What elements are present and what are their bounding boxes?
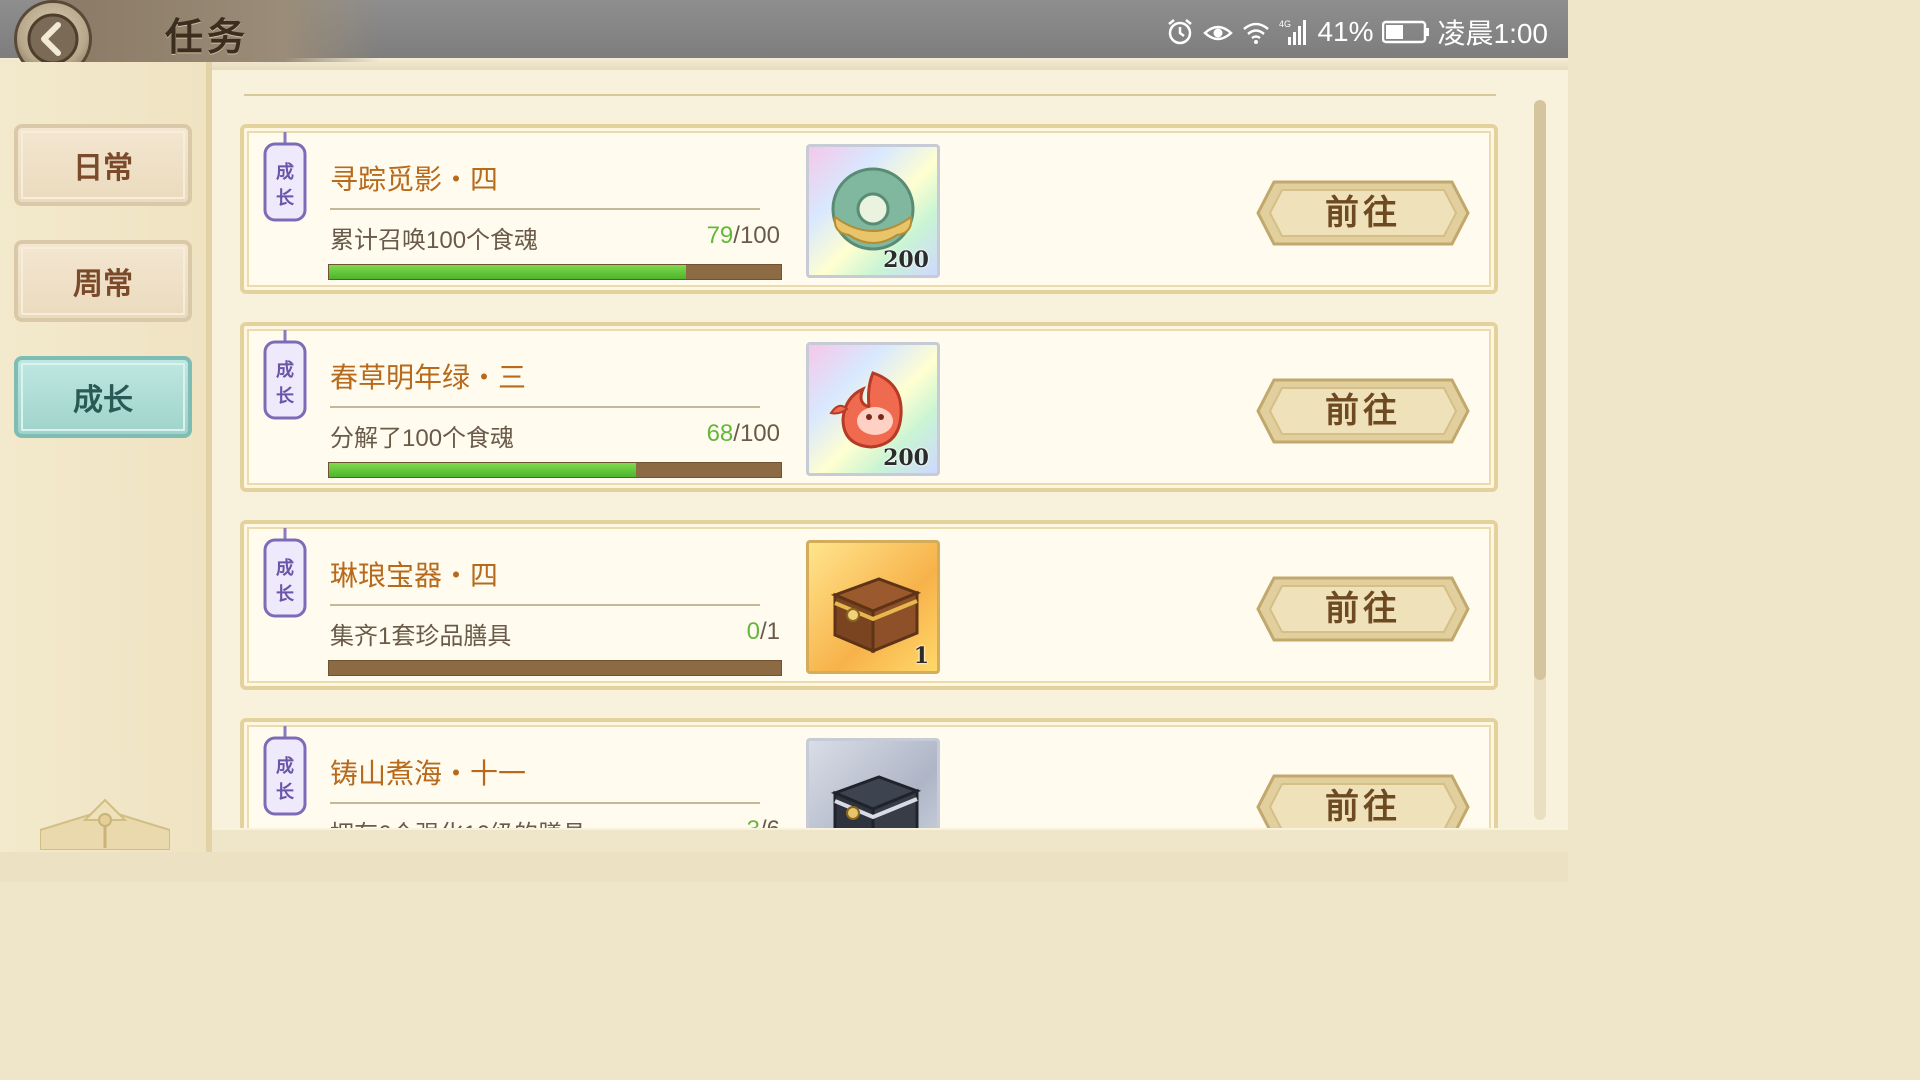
task-progress-bar — [328, 264, 782, 280]
task-name: 春草明年绿・三 — [330, 362, 527, 393]
battery-icon — [1381, 20, 1429, 44]
task-card: 成 长 琳琅宝器・四 集齐1套珍品膳具 0/1 1 前往 — [240, 520, 1498, 690]
task-card: 成 长 铸山煮海・十一 拥有6个强化10级的膳具 3/6 — [240, 718, 1498, 828]
task-card: 成 长 春草明年绿・三 分解了100个食魂 68/100 200 前往 — [240, 322, 1498, 492]
task-name: 琳琅宝器・四 — [330, 560, 499, 591]
tab-growth[interactable]: 成长 — [14, 356, 192, 438]
page-title: 任务 — [165, 14, 250, 59]
task-progress-bar — [328, 462, 782, 478]
panel-divider — [244, 94, 1496, 96]
tab-weekly-label: 周常 — [73, 267, 133, 302]
task-progress-count: 79/100 — [706, 222, 780, 249]
cell-signal-icon: 4G — [1279, 19, 1307, 45]
scrollbar-thumb[interactable] — [1534, 100, 1546, 680]
go-button[interactable]: 前往 — [1254, 772, 1472, 828]
reward-quantity: 200 — [883, 247, 929, 273]
system-status-bar: 4G 41% 凌晨1:00 — [1165, 12, 1548, 52]
progress-fill — [329, 463, 637, 477]
task-name: 铸山煮海・十一 — [330, 758, 527, 789]
task-description: 拥有6个强化10级的膳具 — [330, 814, 586, 828]
sidebar-emblem-icon — [40, 798, 170, 850]
silver-chest-icon — [830, 775, 922, 828]
task-panel: 成 长 寻踪觅影・四 累计召唤100个食魂 79/100 200 前往 成 长 … — [212, 70, 1568, 830]
progress-fill — [329, 265, 687, 279]
wifi-icon — [1243, 22, 1270, 44]
treasure-chest-icon — [830, 577, 922, 654]
task-progress-count: 68/100 — [706, 420, 780, 447]
tab-weekly[interactable]: 周常 — [14, 240, 192, 322]
go-button-label: 前往 — [1325, 193, 1401, 233]
task-divider — [330, 406, 760, 408]
task-list[interactable]: 成 长 寻踪觅影・四 累计召唤100个食魂 79/100 200 前往 成 长 … — [240, 120, 1502, 828]
svg-text:成: 成 — [276, 755, 294, 777]
task-name: 寻踪觅影・四 — [330, 164, 499, 195]
clock-time: 凌晨1:00 — [1437, 18, 1549, 49]
reward-item[interactable]: 1 — [806, 540, 940, 674]
task-description: 分解了100个食魂 — [330, 425, 515, 452]
task-progress-count: 0/1 — [746, 618, 780, 645]
task-divider — [330, 802, 760, 804]
task-card: 成 长 寻踪觅影・四 累计召唤100个食魂 79/100 200 前往 — [240, 124, 1498, 294]
growth-tag-icon: 成 长 — [263, 726, 307, 816]
reward-quantity: 1 — [913, 643, 929, 669]
tab-daily-label: 日常 — [73, 151, 133, 186]
reward-quantity: 200 — [883, 445, 929, 471]
tab-daily[interactable]: 日常 — [14, 124, 192, 206]
reward-item[interactable]: 200 — [806, 342, 940, 476]
go-button-label: 前往 — [1325, 391, 1401, 431]
svg-text:长: 长 — [276, 782, 295, 803]
go-button[interactable]: 前往 — [1254, 178, 1472, 248]
chevron-left-icon — [27, 13, 79, 65]
task-progress-count: 3/6 — [664, 816, 780, 828]
task-divider — [330, 208, 760, 210]
svg-text:4G: 4G — [1279, 19, 1291, 29]
reward-item[interactable] — [806, 738, 940, 828]
reward-item[interactable]: 200 — [806, 144, 940, 278]
task-progress-bar — [328, 660, 782, 676]
alarm-icon — [1168, 19, 1193, 45]
battery-percent: 41% — [1317, 16, 1374, 47]
tab-growth-label: 成长 — [73, 383, 133, 418]
go-button-label: 前往 — [1325, 787, 1401, 827]
svg-text:长: 长 — [276, 386, 295, 407]
svg-text:长: 长 — [276, 584, 295, 605]
bottom-trim — [0, 852, 1568, 882]
growth-tag-icon: 成 长 — [263, 132, 307, 222]
growth-tag-icon: 成 长 — [263, 330, 307, 420]
growth-tag-icon: 成 长 — [263, 528, 307, 618]
task-divider — [330, 604, 760, 606]
svg-text:成: 成 — [276, 557, 294, 579]
go-button[interactable]: 前往 — [1254, 376, 1472, 446]
svg-text:成: 成 — [276, 359, 294, 381]
category-sidebar: 日常 周常 成长 — [0, 62, 212, 852]
task-description: 累计召唤100个食魂 — [330, 227, 539, 254]
svg-text:成: 成 — [276, 161, 294, 183]
go-button[interactable]: 前往 — [1254, 574, 1472, 644]
svg-text:长: 长 — [276, 188, 295, 209]
go-button-label: 前往 — [1325, 589, 1401, 629]
eye-comfort-icon — [1203, 25, 1234, 41]
task-description: 集齐1套珍品膳具 — [330, 623, 512, 650]
